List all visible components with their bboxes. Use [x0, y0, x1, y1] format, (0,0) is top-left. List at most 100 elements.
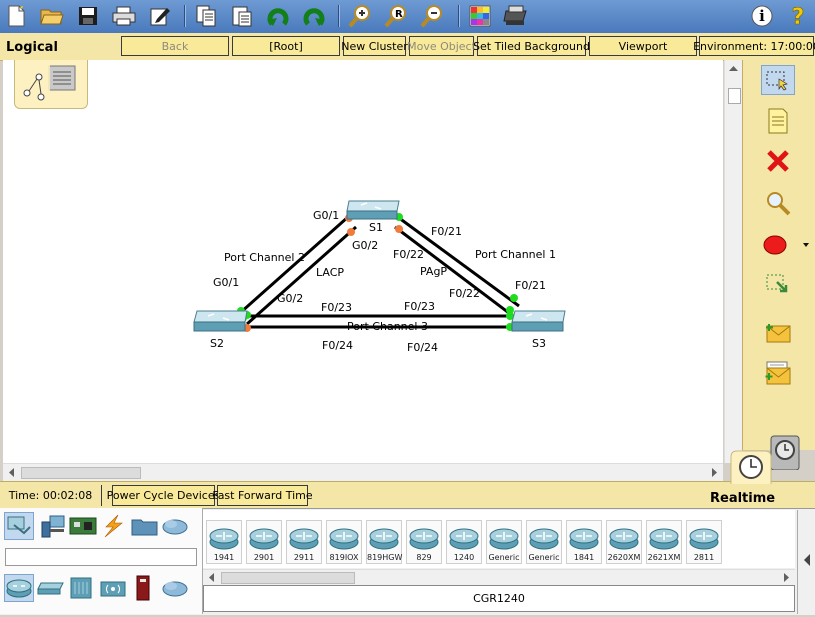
device-model-card[interactable]: Generic	[526, 520, 562, 564]
add-simple-pdu-icon	[766, 324, 791, 343]
security-icon[interactable]	[128, 574, 158, 602]
device-label-s1: S1	[369, 221, 383, 234]
new-cluster-button[interactable]: New Cluster	[341, 36, 408, 56]
device-scroll-thumb[interactable]	[221, 572, 355, 584]
paste-icon[interactable]	[228, 3, 256, 29]
device-model-card[interactable]: 2620XM	[606, 520, 642, 564]
resize-shape-tool[interactable]	[761, 270, 795, 300]
place-note-tool[interactable]	[761, 106, 795, 136]
copy-icon[interactable]	[192, 3, 220, 29]
info-icon[interactable]: i	[748, 3, 776, 29]
device-model-label: 2811	[693, 553, 715, 562]
device-model-card[interactable]: 819HGW	[366, 520, 402, 564]
custom-device-icon[interactable]	[502, 3, 530, 29]
topology-canvas: S1 S2 S3 G0/1 G0/2 F0/21 F0/22 Port Chan…	[193, 200, 566, 354]
delete-icon	[767, 150, 789, 172]
scroll-left-icon[interactable]	[205, 570, 217, 585]
switch-s1[interactable]	[346, 200, 400, 220]
print-icon[interactable]	[110, 3, 138, 29]
horizontal-scroll-thumb[interactable]	[21, 467, 141, 479]
back-button[interactable]: Back	[121, 36, 229, 56]
save-icon[interactable]	[74, 3, 102, 29]
switch-s2[interactable]	[193, 310, 248, 332]
router-icon	[569, 528, 599, 550]
add-complex-pdu-icon	[765, 361, 791, 385]
logical-navigation-tab[interactable]	[14, 60, 88, 109]
device-model-card[interactable]: 829	[406, 520, 442, 564]
device-model-label: 1941	[213, 553, 235, 562]
power-cycle-button[interactable]: Power Cycle Devices	[107, 485, 220, 506]
workspace-vertical-scrollbar[interactable]	[724, 60, 742, 463]
realtime-clock-icon[interactable]	[730, 449, 772, 485]
select-tool[interactable]	[761, 65, 795, 95]
device-model-card[interactable]: 819IOX	[326, 520, 362, 564]
inspect-tool[interactable]	[761, 188, 795, 218]
realtime-tab[interactable]: Realtime	[700, 482, 815, 509]
port-label: F0/24	[407, 341, 438, 354]
device-list-scrollbar[interactable]	[203, 569, 795, 585]
logical-workspace[interactable]: S1 S2 S3 G0/1 G0/2 F0/21 F0/22 Port Chan…	[3, 60, 723, 463]
set-tiled-background-button[interactable]: Set Tiled Background	[473, 36, 590, 56]
move-object-button[interactable]: Move Object	[407, 36, 476, 56]
time-status-bar: Time: 00:02:08 Power Cycle Devices Fast …	[0, 481, 815, 509]
device-label-s3: S3	[532, 337, 546, 350]
port-label: F0/23	[404, 300, 435, 313]
open-folder-icon[interactable]	[38, 3, 66, 29]
wireless-icon[interactable]	[98, 574, 128, 602]
port-dot	[347, 228, 355, 236]
scroll-right-icon[interactable]	[709, 464, 721, 481]
router-icon	[609, 528, 639, 550]
device-model-card[interactable]: 2911	[286, 520, 322, 564]
delete-tool[interactable]	[761, 146, 795, 176]
switches-icon[interactable]	[36, 574, 66, 602]
environment-button[interactable]: Environment: 17:00:00	[693, 36, 815, 56]
device-model-card[interactable]: 1941	[206, 520, 242, 564]
device-model-card[interactable]: 2621XM	[646, 520, 682, 564]
connections-icon[interactable]	[98, 512, 128, 540]
device-model-card[interactable]: 1240	[446, 520, 482, 564]
scroll-right-icon[interactable]	[781, 570, 793, 585]
switch-s3[interactable]	[511, 310, 566, 332]
root-button[interactable]: [Root]	[232, 36, 340, 56]
hubs-icon[interactable]	[66, 574, 96, 602]
zoom-reset-icon[interactable]: R	[382, 3, 410, 29]
add-complex-pdu-tool[interactable]	[761, 358, 795, 388]
end-devices-icon[interactable]	[38, 512, 68, 540]
draw-ellipse-tool[interactable]	[761, 230, 809, 260]
zoom-out-icon[interactable]	[418, 3, 446, 29]
device-model-card[interactable]: 2811	[686, 520, 722, 564]
device-panel-arrow[interactable]	[797, 510, 815, 614]
device-type-selection-box	[0, 508, 203, 614]
zoom-in-icon[interactable]	[346, 3, 374, 29]
router-icon	[369, 528, 399, 550]
vertical-scroll-thumb[interactable]	[728, 88, 741, 104]
device-model-label: 829	[416, 553, 432, 562]
device-search-input[interactable]	[5, 548, 197, 566]
multiuser-icon[interactable]	[160, 512, 190, 540]
router-icon	[689, 528, 719, 550]
viewport-button[interactable]: Viewport	[589, 36, 697, 56]
activity-wizard-icon[interactable]	[146, 3, 174, 29]
workspace-horizontal-scrollbar[interactable]	[3, 463, 723, 481]
palette-icon[interactable]	[466, 3, 494, 29]
undo-icon[interactable]	[264, 3, 292, 29]
protocol-label: PAgP	[420, 265, 447, 278]
fast-forward-button[interactable]: Fast Forward Time	[212, 485, 313, 506]
redo-icon[interactable]	[300, 3, 328, 29]
scroll-left-icon[interactable]	[5, 464, 17, 481]
logical-tab[interactable]: Logical	[0, 33, 118, 60]
routers-icon[interactable]	[4, 574, 34, 602]
select-icon	[766, 71, 788, 91]
wan-emulation-icon[interactable]	[160, 574, 190, 602]
device-model-label: 2621XM	[647, 553, 681, 562]
components-icon[interactable]	[68, 512, 98, 540]
port-label: F0/21	[431, 225, 462, 238]
device-model-card[interactable]: 1841	[566, 520, 602, 564]
help-icon[interactable]: ?	[784, 3, 812, 29]
network-devices-icon[interactable]	[4, 512, 34, 540]
new-file-icon[interactable]	[2, 3, 30, 29]
device-model-card[interactable]: Generic	[486, 520, 522, 564]
device-model-card[interactable]: 2901	[246, 520, 282, 564]
add-simple-pdu-tool[interactable]	[761, 318, 795, 348]
miscellaneous-icon[interactable]	[130, 512, 160, 540]
